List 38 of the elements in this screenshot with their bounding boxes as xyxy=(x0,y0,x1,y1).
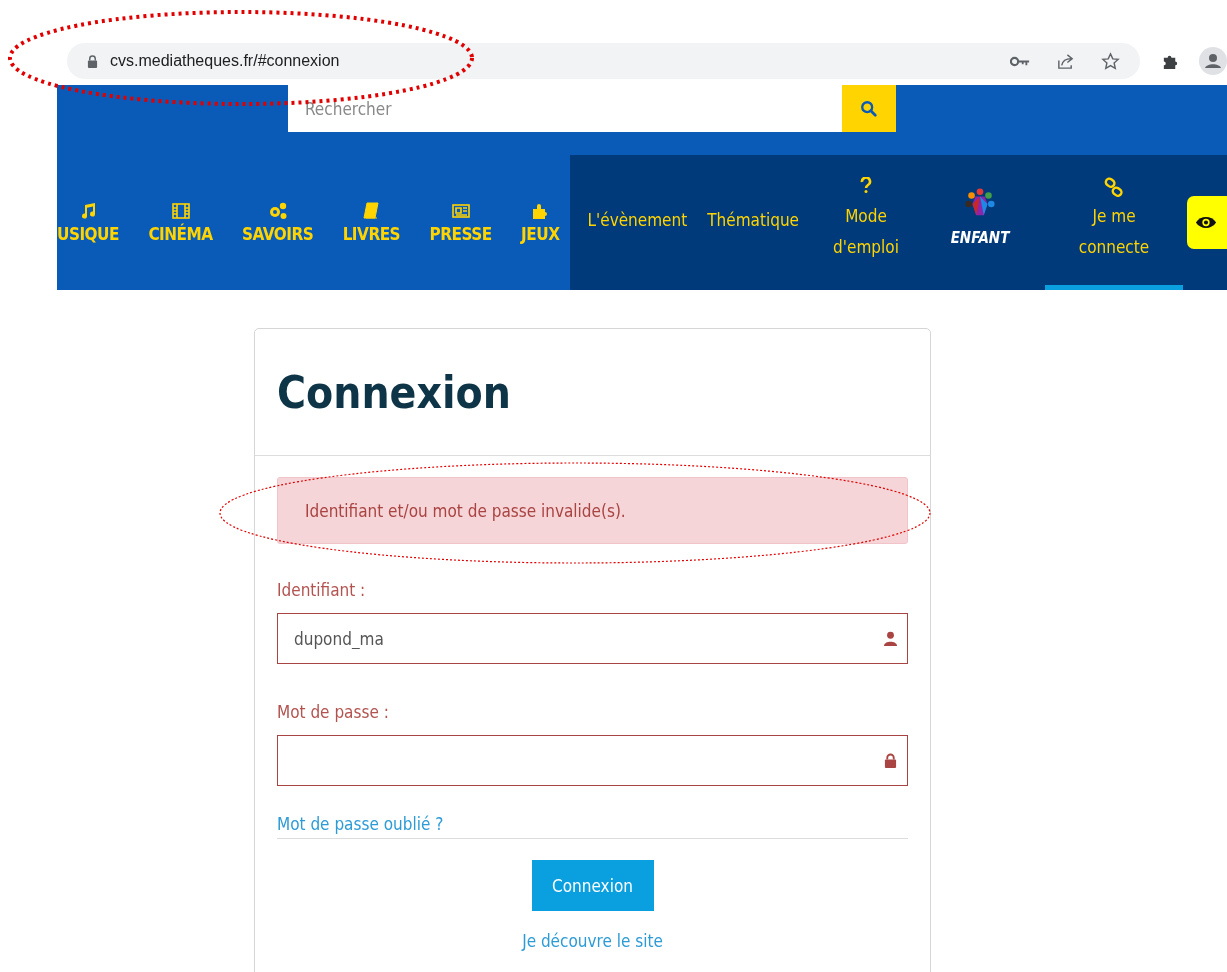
category-link[interactable]: LIVRES xyxy=(342,201,401,244)
search-button[interactable] xyxy=(842,85,896,132)
chain-link-icon xyxy=(1104,177,1124,197)
user-icon xyxy=(884,631,897,646)
discover-site-link[interactable]: Je découvre le site xyxy=(522,931,663,951)
page-title: Connexion xyxy=(277,366,511,418)
nav-link[interactable]: Thématique xyxy=(699,155,807,290)
newspaper-icon xyxy=(450,201,471,221)
address-bar[interactable]: cvs.mediatheques.fr/#connexion xyxy=(67,43,1140,79)
nav-link[interactable]: Je me connecte xyxy=(1045,155,1183,290)
gears-icon xyxy=(267,201,288,221)
star-icon[interactable] xyxy=(1101,51,1120,71)
category-link[interactable]: PRESSE xyxy=(429,201,492,244)
forgot-password-link[interactable]: Mot de passe oublié ? xyxy=(277,814,444,834)
field-label: Mot de passe : xyxy=(277,702,390,722)
book-icon xyxy=(361,201,382,221)
field-label: Identifiant : xyxy=(277,580,367,600)
category-link[interactable]: USIQUE xyxy=(57,201,119,244)
nav-link[interactable]: Mode d'emploi xyxy=(811,155,921,290)
url-text: cvs.mediatheques.fr/#connexion xyxy=(110,52,340,70)
login-button[interactable]: Connexion xyxy=(531,860,654,911)
search-field[interactable]: Rechercher xyxy=(288,85,842,132)
enfant-link[interactable]: ENFANT xyxy=(925,155,1035,290)
category-link[interactable]: JEUX xyxy=(521,201,560,244)
lock-icon xyxy=(87,54,98,68)
accessibility-button[interactable] xyxy=(1187,196,1227,249)
category-link[interactable]: SAVOIRS xyxy=(242,201,314,244)
username-field[interactable]: dupond_ma xyxy=(277,613,908,664)
profile-icon[interactable] xyxy=(1199,47,1227,75)
key-icon[interactable] xyxy=(1010,55,1030,67)
password-field[interactable] xyxy=(277,735,908,786)
lock-icon xyxy=(884,753,897,768)
nav-link[interactable]: L'évènement xyxy=(579,155,696,290)
category-link[interactable]: CINÉMA xyxy=(148,201,213,244)
film-icon xyxy=(170,201,191,221)
search-icon xyxy=(860,99,878,118)
eye-icon xyxy=(1195,215,1217,230)
error-alert: Identifiant et/ou mot de passe invalide(s). xyxy=(277,477,908,544)
